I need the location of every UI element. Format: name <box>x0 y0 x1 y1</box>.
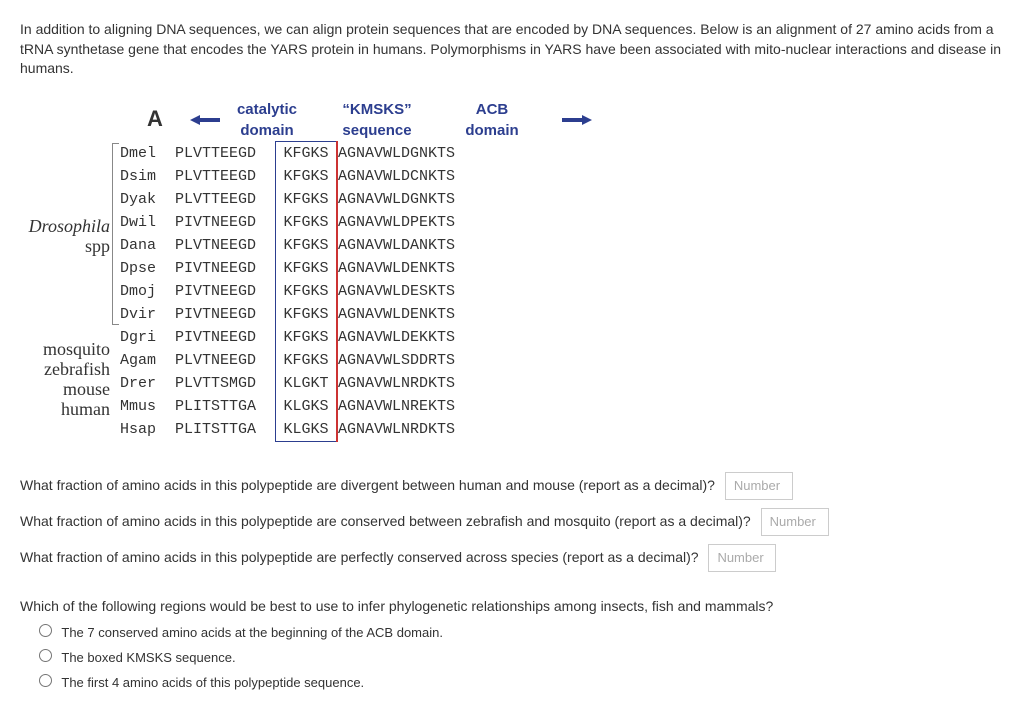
seq-row: DwilPIVTNEEGDKFGKSAGNAVWLDPEKTS <box>120 211 455 234</box>
radio-b[interactable] <box>39 649 52 662</box>
intro-text: In addition to aligning DNA sequences, w… <box>20 20 1004 79</box>
mc-label-b: The boxed KMSKS sequence. <box>61 650 235 665</box>
species-code: Drer <box>120 372 175 395</box>
species-code: Dsim <box>120 165 175 188</box>
seg-kmsks: KFGKS <box>276 165 338 188</box>
header-catalytic-1: catalytic <box>202 99 332 120</box>
label-human: human <box>10 397 110 422</box>
seq-row: DgriPIVTNEEGDKFGKSAGNAVWLDEKKTS <box>120 326 455 349</box>
seg-kmsks: KFGKS <box>276 280 338 303</box>
seg-kmsks: KFGKS <box>276 303 338 326</box>
seg-catalytic: PLVTTEEGD <box>175 141 276 165</box>
q1-text: What fraction of amino acids in this pol… <box>20 477 715 493</box>
seg-acb: AGNAVWLDCNKTS <box>337 165 455 188</box>
header-kmsks-2: sequence <box>332 120 422 141</box>
seg-catalytic: PIVTNEEGD <box>175 303 276 326</box>
seg-kmsks: KFGKS <box>276 234 338 257</box>
seg-catalytic: PLVTTSMGD <box>175 372 276 395</box>
seg-acb: AGNAVWLDANKTS <box>337 234 455 257</box>
species-code: Dgri <box>120 326 175 349</box>
species-code: Dvir <box>120 303 175 326</box>
seg-catalytic: PLVTTEEGD <box>175 165 276 188</box>
radio-a[interactable] <box>39 624 52 637</box>
panel-letter: A <box>120 104 190 135</box>
species-code: Dmoj <box>120 280 175 303</box>
seg-acb: AGNAVWLDEKKTS <box>337 326 455 349</box>
species-code: Agam <box>120 349 175 372</box>
question-3: What fraction of amino acids in this pol… <box>20 544 1004 572</box>
seg-kmsks: KFGKS <box>276 211 338 234</box>
seg-acb: AGNAVWLNRDKTS <box>337 372 455 395</box>
q3-text: What fraction of amino acids in this pol… <box>20 549 699 565</box>
question-2: What fraction of amino acids in this pol… <box>20 508 1004 536</box>
seg-kmsks: KFGKS <box>276 141 338 165</box>
seq-row: DanaPLVTNEEGDKFGKSAGNAVWLDANKTS <box>120 234 455 257</box>
seg-acb: AGNAVWLDPEKTS <box>337 211 455 234</box>
mc-option-a[interactable]: The 7 conserved amino acids at the begin… <box>34 621 1004 642</box>
seg-catalytic: PLITSTTGA <box>175 395 276 418</box>
seg-kmsks: KFGKS <box>276 349 338 372</box>
header-kmsks-1: “KMSKS” <box>332 99 422 120</box>
seq-row: DmojPIVTNEEGDKFGKSAGNAVWLDESKTS <box>120 280 455 303</box>
species-code: Dwil <box>120 211 175 234</box>
seq-row: DrerPLVTTSMGDKLGKTAGNAVWLNRDKTS <box>120 372 455 395</box>
header-catalytic-2: domain <box>202 120 332 141</box>
species-code: Dmel <box>120 141 175 165</box>
seg-kmsks: KFGKS <box>276 188 338 211</box>
q1-input[interactable]: Number <box>725 472 793 500</box>
seg-kmsks: KLGKS <box>276 395 338 418</box>
q2-text: What fraction of amino acids in this pol… <box>20 513 751 529</box>
mc-prompt: Which of the following regions would be … <box>20 597 1004 617</box>
sequence-table: DmelPLVTTEEGDKFGKSAGNAVWLDGNKTSDsimPLVTT… <box>120 141 455 442</box>
alignment-figure: Drosophila spp mosquito zebrafish mouse … <box>120 99 1004 442</box>
seg-kmsks: KFGKS <box>276 326 338 349</box>
seg-acb: AGNAVWLNREKTS <box>337 395 455 418</box>
seq-row: AgamPLVTNEEGDKFGKSAGNAVWLSDDRTS <box>120 349 455 372</box>
seq-row: HsapPLITSTTGAKLGKSAGNAVWLNRDKTS <box>120 418 455 442</box>
seq-row: MmusPLITSTTGAKLGKSAGNAVWLNREKTS <box>120 395 455 418</box>
mc-label-c: The first 4 amino acids of this polypept… <box>61 675 364 690</box>
seg-catalytic: PLVTNEEGD <box>175 234 276 257</box>
mc-option-b[interactable]: The boxed KMSKS sequence. <box>34 646 1004 667</box>
species-code: Mmus <box>120 395 175 418</box>
mc-option-c[interactable]: The first 4 amino acids of this polypept… <box>34 671 1004 692</box>
mc-label-a: The 7 conserved amino acids at the begin… <box>61 625 443 640</box>
seg-catalytic: PLITSTTGA <box>175 418 276 442</box>
header-acb-1: ACB <box>422 99 562 120</box>
seg-catalytic: PIVTNEEGD <box>175 280 276 303</box>
drosophila-bracket <box>112 143 119 325</box>
seg-acb: AGNAVWLDENKTS <box>337 257 455 280</box>
seg-catalytic: PLVTTEEGD <box>175 188 276 211</box>
seq-row: DmelPLVTTEEGDKFGKSAGNAVWLDGNKTS <box>120 141 455 165</box>
header-acb-2: domain <box>422 120 562 141</box>
seg-kmsks: KFGKS <box>276 257 338 280</box>
species-code: Hsap <box>120 418 175 442</box>
q2-input[interactable]: Number <box>761 508 829 536</box>
seg-kmsks: KLGKT <box>276 372 338 395</box>
seg-acb: AGNAVWLDENKTS <box>337 303 455 326</box>
seg-acb: AGNAVWLSDDRTS <box>337 349 455 372</box>
seg-catalytic: PIVTNEEGD <box>175 326 276 349</box>
seg-catalytic: PIVTNEEGD <box>175 257 276 280</box>
seg-catalytic: PLVTNEEGD <box>175 349 276 372</box>
seq-row: DsimPLVTTEEGDKFGKSAGNAVWLDCNKTS <box>120 165 455 188</box>
seq-row: DvirPIVTNEEGDKFGKSAGNAVWLDENKTS <box>120 303 455 326</box>
species-code: Dpse <box>120 257 175 280</box>
seg-acb: AGNAVWLNRDKTS <box>337 418 455 442</box>
q3-input[interactable]: Number <box>708 544 776 572</box>
species-code: Dana <box>120 234 175 257</box>
question-1: What fraction of amino acids in this pol… <box>20 472 1004 500</box>
seq-row: DpsePIVTNEEGDKFGKSAGNAVWLDENKTS <box>120 257 455 280</box>
seg-acb: AGNAVWLDGNKTS <box>337 141 455 165</box>
seg-acb: AGNAVWLDESKTS <box>337 280 455 303</box>
seg-kmsks: KLGKS <box>276 418 338 442</box>
seg-acb: AGNAVWLDGNKTS <box>337 188 455 211</box>
label-spp: spp <box>10 234 110 259</box>
species-code: Dyak <box>120 188 175 211</box>
arrow-right-icon <box>562 114 592 126</box>
seq-row: DyakPLVTTEEGDKFGKSAGNAVWLDGNKTS <box>120 188 455 211</box>
radio-c[interactable] <box>39 674 52 687</box>
seg-catalytic: PIVTNEEGD <box>175 211 276 234</box>
